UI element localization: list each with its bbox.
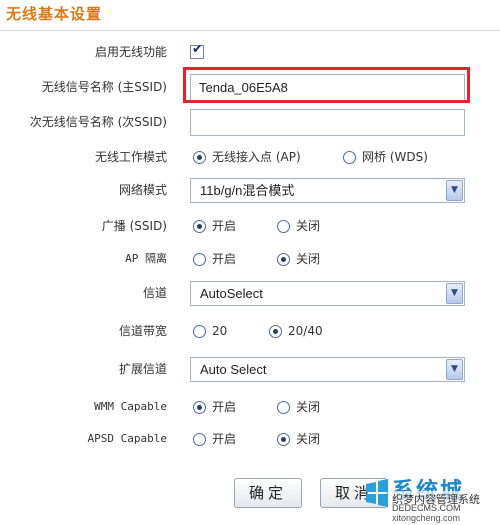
page-title: 无线基本设置 xyxy=(6,5,103,23)
ap-isolation-off-text: 关闭 xyxy=(296,252,321,266)
network-mode-value: 11b/g/n混合模式 xyxy=(200,183,295,198)
wmm-off-text: 关闭 xyxy=(296,400,321,414)
bandwidth-label: 信道带宽 xyxy=(118,324,167,338)
work-mode-label: 无线工作模式 xyxy=(94,150,167,164)
row-secondary-ssid: 次无线信号名称 (次SSID) xyxy=(0,107,500,137)
secondary-ssid-label: 次无线信号名称 (次SSID) xyxy=(29,115,167,129)
enable-wireless-label: 启用无线功能 xyxy=(94,45,167,59)
broadcast-on-radio[interactable] xyxy=(193,220,206,233)
broadcast-on-text: 开启 xyxy=(212,219,237,233)
channel-value: AutoSelect xyxy=(200,286,263,301)
windows-logo-icon xyxy=(366,479,388,507)
checkmark-icon: ✔ xyxy=(192,42,203,57)
work-mode-wds-radio[interactable] xyxy=(343,151,356,164)
bandwidth-20-radio[interactable] xyxy=(193,325,206,338)
bandwidth-2040-radio[interactable] xyxy=(269,325,282,338)
chevron-down-icon[interactable]: ▼ xyxy=(446,283,463,304)
wmm-label: WMM Capable xyxy=(94,400,167,413)
row-bandwidth: 信道带宽 20 20/40 xyxy=(0,316,500,346)
chevron-down-icon[interactable]: ▼ xyxy=(446,359,463,380)
row-work-mode: 无线工作模式 无线接入点 (AP) 网桥 (WDS) xyxy=(0,142,500,172)
work-mode-ap-radio[interactable] xyxy=(193,151,206,164)
row-enable-wireless: 启用无线功能 ✔ xyxy=(0,37,500,67)
row-network-mode: 网络模式 11b/g/n混合模式 ▼ xyxy=(0,175,500,205)
ap-isolation-off-radio[interactable] xyxy=(277,253,290,266)
primary-ssid-label: 无线信号名称 (主SSID) xyxy=(41,80,167,94)
wmm-on-text: 开启 xyxy=(212,400,237,414)
title-divider xyxy=(0,30,500,31)
broadcast-label: 广播 (SSID) xyxy=(101,219,167,233)
row-channel: 信道 AutoSelect ▼ xyxy=(0,278,500,308)
row-ext-channel: 扩展信道 Auto Select ▼ xyxy=(0,354,500,384)
apsd-off-radio[interactable] xyxy=(277,433,290,446)
bandwidth-2040-text: 20/40 xyxy=(288,324,323,338)
ext-channel-select[interactable]: Auto Select ▼ xyxy=(190,357,465,382)
ssid-highlight-box xyxy=(183,67,470,103)
ext-channel-label: 扩展信道 xyxy=(118,362,167,376)
chevron-down-icon[interactable]: ▼ xyxy=(446,180,463,201)
apsd-on-radio[interactable] xyxy=(193,433,206,446)
channel-label: 信道 xyxy=(142,286,167,300)
broadcast-off-text: 关闭 xyxy=(296,219,321,233)
work-mode-wds-text: 网桥 (WDS) xyxy=(362,150,428,164)
confirm-button[interactable]: 确定 xyxy=(234,478,302,508)
ap-isolation-label: AP 隔离 xyxy=(125,252,167,265)
apsd-on-text: 开启 xyxy=(212,432,237,446)
watermark-url-xitongcheng: xitongcheng.com xyxy=(392,513,461,523)
channel-select[interactable]: AutoSelect ▼ xyxy=(190,281,465,306)
ap-isolation-on-text: 开启 xyxy=(212,252,237,266)
watermark-url-dedecms: DEDECMS.COM xyxy=(392,503,461,513)
secondary-ssid-input[interactable] xyxy=(190,109,465,136)
row-ap-isolation: AP 隔离 开启 关闭 xyxy=(0,244,500,274)
row-wmm: WMM Capable 开启 关闭 xyxy=(0,392,500,422)
apsd-label: APSD Capable xyxy=(87,432,167,445)
work-mode-ap-text: 无线接入点 (AP) xyxy=(212,150,301,164)
apsd-off-text: 关闭 xyxy=(296,432,321,446)
bandwidth-20-text: 20 xyxy=(212,324,228,338)
wmm-off-radio[interactable] xyxy=(277,401,290,414)
enable-wireless-checkbox[interactable]: ✔ xyxy=(190,42,204,59)
network-mode-select[interactable]: 11b/g/n混合模式 ▼ xyxy=(190,178,465,203)
row-broadcast: 广播 (SSID) 开启 关闭 xyxy=(0,211,500,241)
ap-isolation-on-radio[interactable] xyxy=(193,253,206,266)
wmm-on-radio[interactable] xyxy=(193,401,206,414)
broadcast-off-radio[interactable] xyxy=(277,220,290,233)
row-apsd: APSD Capable 开启 关闭 xyxy=(0,424,500,454)
ext-channel-value: Auto Select xyxy=(200,362,267,377)
network-mode-label: 网络模式 xyxy=(118,183,167,197)
